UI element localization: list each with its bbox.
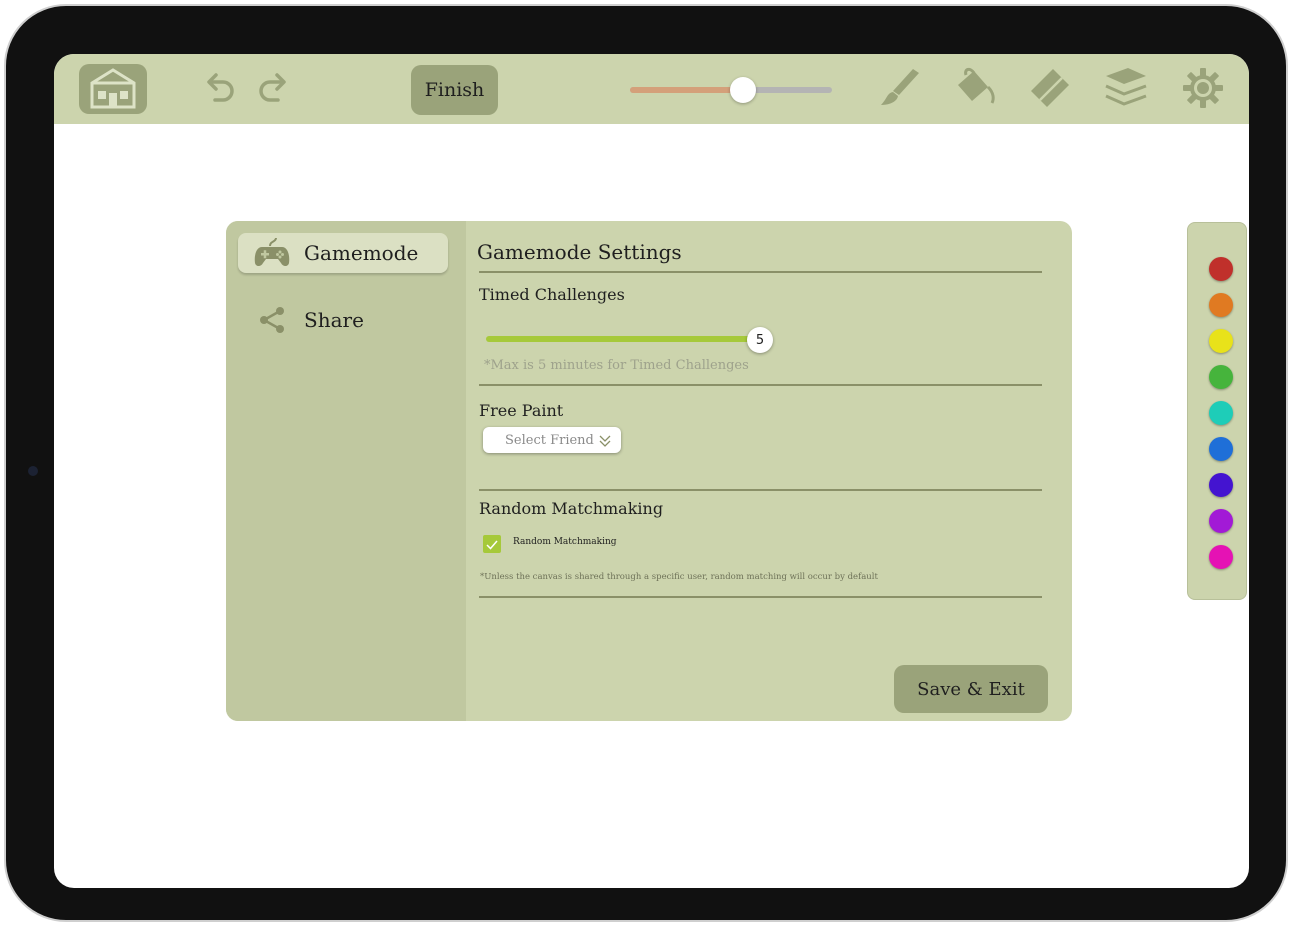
sidebar-item-label: Share [304,308,364,332]
random-matchmaking-note: *Unless the canvas is shared through a s… [480,572,878,582]
eraser-tool-button[interactable] [1027,67,1073,113]
home-button[interactable] [79,64,147,114]
color-swatch-yellow[interactable] [1209,329,1233,353]
random-matchmaking-label: Random Matchmaking [513,537,617,547]
timer-slider-thumb[interactable]: 5 [747,327,773,353]
color-swatch-blue[interactable] [1209,437,1233,461]
brush-tool-button[interactable] [877,67,923,113]
divider [479,271,1042,273]
gamepad-icon [254,238,290,268]
chevron-down-icon [599,433,611,452]
divider [479,384,1042,386]
layers-button[interactable] [1102,66,1150,114]
settings-sidebar: Gamemode Share [226,221,466,721]
redo-button[interactable] [254,70,294,110]
redo-icon [256,70,292,110]
color-swatch-orange[interactable] [1209,293,1233,317]
top-toolbar: Finish [54,54,1249,124]
settings-dialog: Gamemode Share Gamemode Settings Timed C… [226,221,1072,721]
settings-button[interactable] [1179,66,1227,114]
sidebar-item-share[interactable]: Share [238,300,448,340]
save-exit-button[interactable]: Save & Exit [894,665,1048,713]
select-friend-dropdown[interactable]: Select Friend [483,427,621,453]
share-icon [254,305,290,335]
sidebar-item-label: Gamemode [304,241,419,265]
divider [479,596,1042,598]
timed-challenges-title: Timed Challenges [479,285,625,304]
app-screen: Finish Gamemode Share Gamemode Settings … [54,54,1249,888]
fill-tool-button[interactable] [952,67,998,113]
paint-bucket-icon [952,65,998,115]
finish-button[interactable]: Finish [411,65,498,115]
checkmark-icon [486,535,498,554]
divider [479,489,1042,491]
brush-icon [877,65,923,115]
color-swatch-magenta[interactable] [1209,545,1233,569]
eraser-icon [1027,65,1073,115]
brush-size-fill [630,87,744,93]
color-swatch-red[interactable] [1209,257,1233,281]
camera-dot [28,466,38,476]
random-matchmaking-checkbox[interactable] [483,535,501,553]
layers-icon [1102,64,1150,116]
select-friend-placeholder: Select Friend [505,432,594,448]
brush-size-thumb[interactable] [730,77,757,103]
brush-size-slider[interactable] [630,77,832,103]
settings-content: Gamemode Settings Timed Challenges 5 *Ma… [476,221,1048,721]
undo-button[interactable] [199,70,239,110]
settings-title: Gamemode Settings [477,240,682,264]
timed-challenges-note: *Max is 5 minutes for Timed Challenges [484,358,749,373]
color-swatch-green[interactable] [1209,365,1233,389]
gear-icon [1182,67,1224,113]
color-swatch-indigo[interactable] [1209,473,1233,497]
undo-icon [201,70,237,110]
color-swatch-teal[interactable] [1209,401,1233,425]
color-swatch-purple[interactable] [1209,509,1233,533]
free-paint-title: Free Paint [479,401,564,420]
tablet-frame: Finish Gamemode Share Gamemode Settings … [4,4,1288,922]
random-matchmaking-title: Random Matchmaking [479,499,664,518]
home-icon [86,65,140,113]
timer-slider[interactable] [486,336,754,342]
sidebar-item-gamemode[interactable]: Gamemode [238,233,448,273]
color-palette [1187,222,1247,600]
